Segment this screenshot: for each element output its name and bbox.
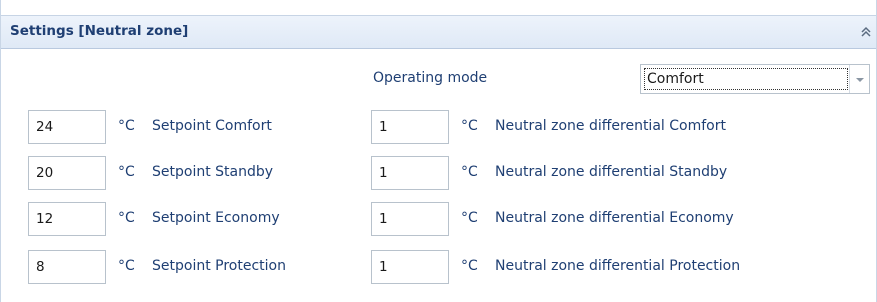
differential-economy-input[interactable] bbox=[371, 202, 449, 236]
settings-panel: Settings [Neutral zone] Operating mode C… bbox=[0, 0, 877, 302]
operating-mode-label: Operating mode bbox=[373, 70, 488, 86]
setpoint-protection-label: Setpoint Protection bbox=[152, 258, 286, 274]
dropdown-arrow-icon[interactable] bbox=[849, 65, 869, 93]
differential-protection-unit: °C bbox=[461, 258, 478, 274]
setpoint-comfort-input[interactable] bbox=[28, 110, 106, 144]
setpoint-economy-unit: °C bbox=[118, 210, 135, 226]
setpoint-protection-input[interactable] bbox=[28, 250, 106, 284]
differential-comfort-unit: °C bbox=[461, 118, 478, 134]
setpoint-economy-input[interactable] bbox=[28, 202, 106, 236]
double-chevron-up-icon[interactable] bbox=[859, 24, 873, 40]
differential-protection-input[interactable] bbox=[371, 250, 449, 284]
panel-title: Settings [Neutral zone] bbox=[10, 23, 189, 39]
setpoint-comfort-unit: °C bbox=[118, 118, 135, 134]
differential-standby-input[interactable] bbox=[371, 156, 449, 190]
setpoint-economy-label: Setpoint Economy bbox=[152, 210, 280, 226]
differential-economy-label: Neutral zone differential Economy bbox=[495, 210, 734, 226]
differential-comfort-label: Neutral zone differential Comfort bbox=[495, 118, 726, 134]
setpoint-comfort-label: Setpoint Comfort bbox=[152, 118, 272, 134]
differential-standby-unit: °C bbox=[461, 164, 478, 180]
setpoint-standby-input[interactable] bbox=[28, 156, 106, 190]
differential-protection-label: Neutral zone differential Protection bbox=[495, 258, 741, 274]
setpoint-protection-unit: °C bbox=[118, 258, 135, 274]
operating-mode-value: Comfort bbox=[644, 68, 848, 90]
operating-mode-select[interactable]: Comfort bbox=[640, 64, 870, 94]
setpoint-standby-label: Setpoint Standby bbox=[152, 164, 274, 180]
differential-standby-label: Neutral zone differential Standby bbox=[495, 164, 728, 180]
setpoint-standby-unit: °C bbox=[118, 164, 135, 180]
differential-comfort-input[interactable] bbox=[371, 110, 449, 144]
panel-header: Settings [Neutral zone] bbox=[1, 15, 876, 49]
differential-economy-unit: °C bbox=[461, 210, 478, 226]
